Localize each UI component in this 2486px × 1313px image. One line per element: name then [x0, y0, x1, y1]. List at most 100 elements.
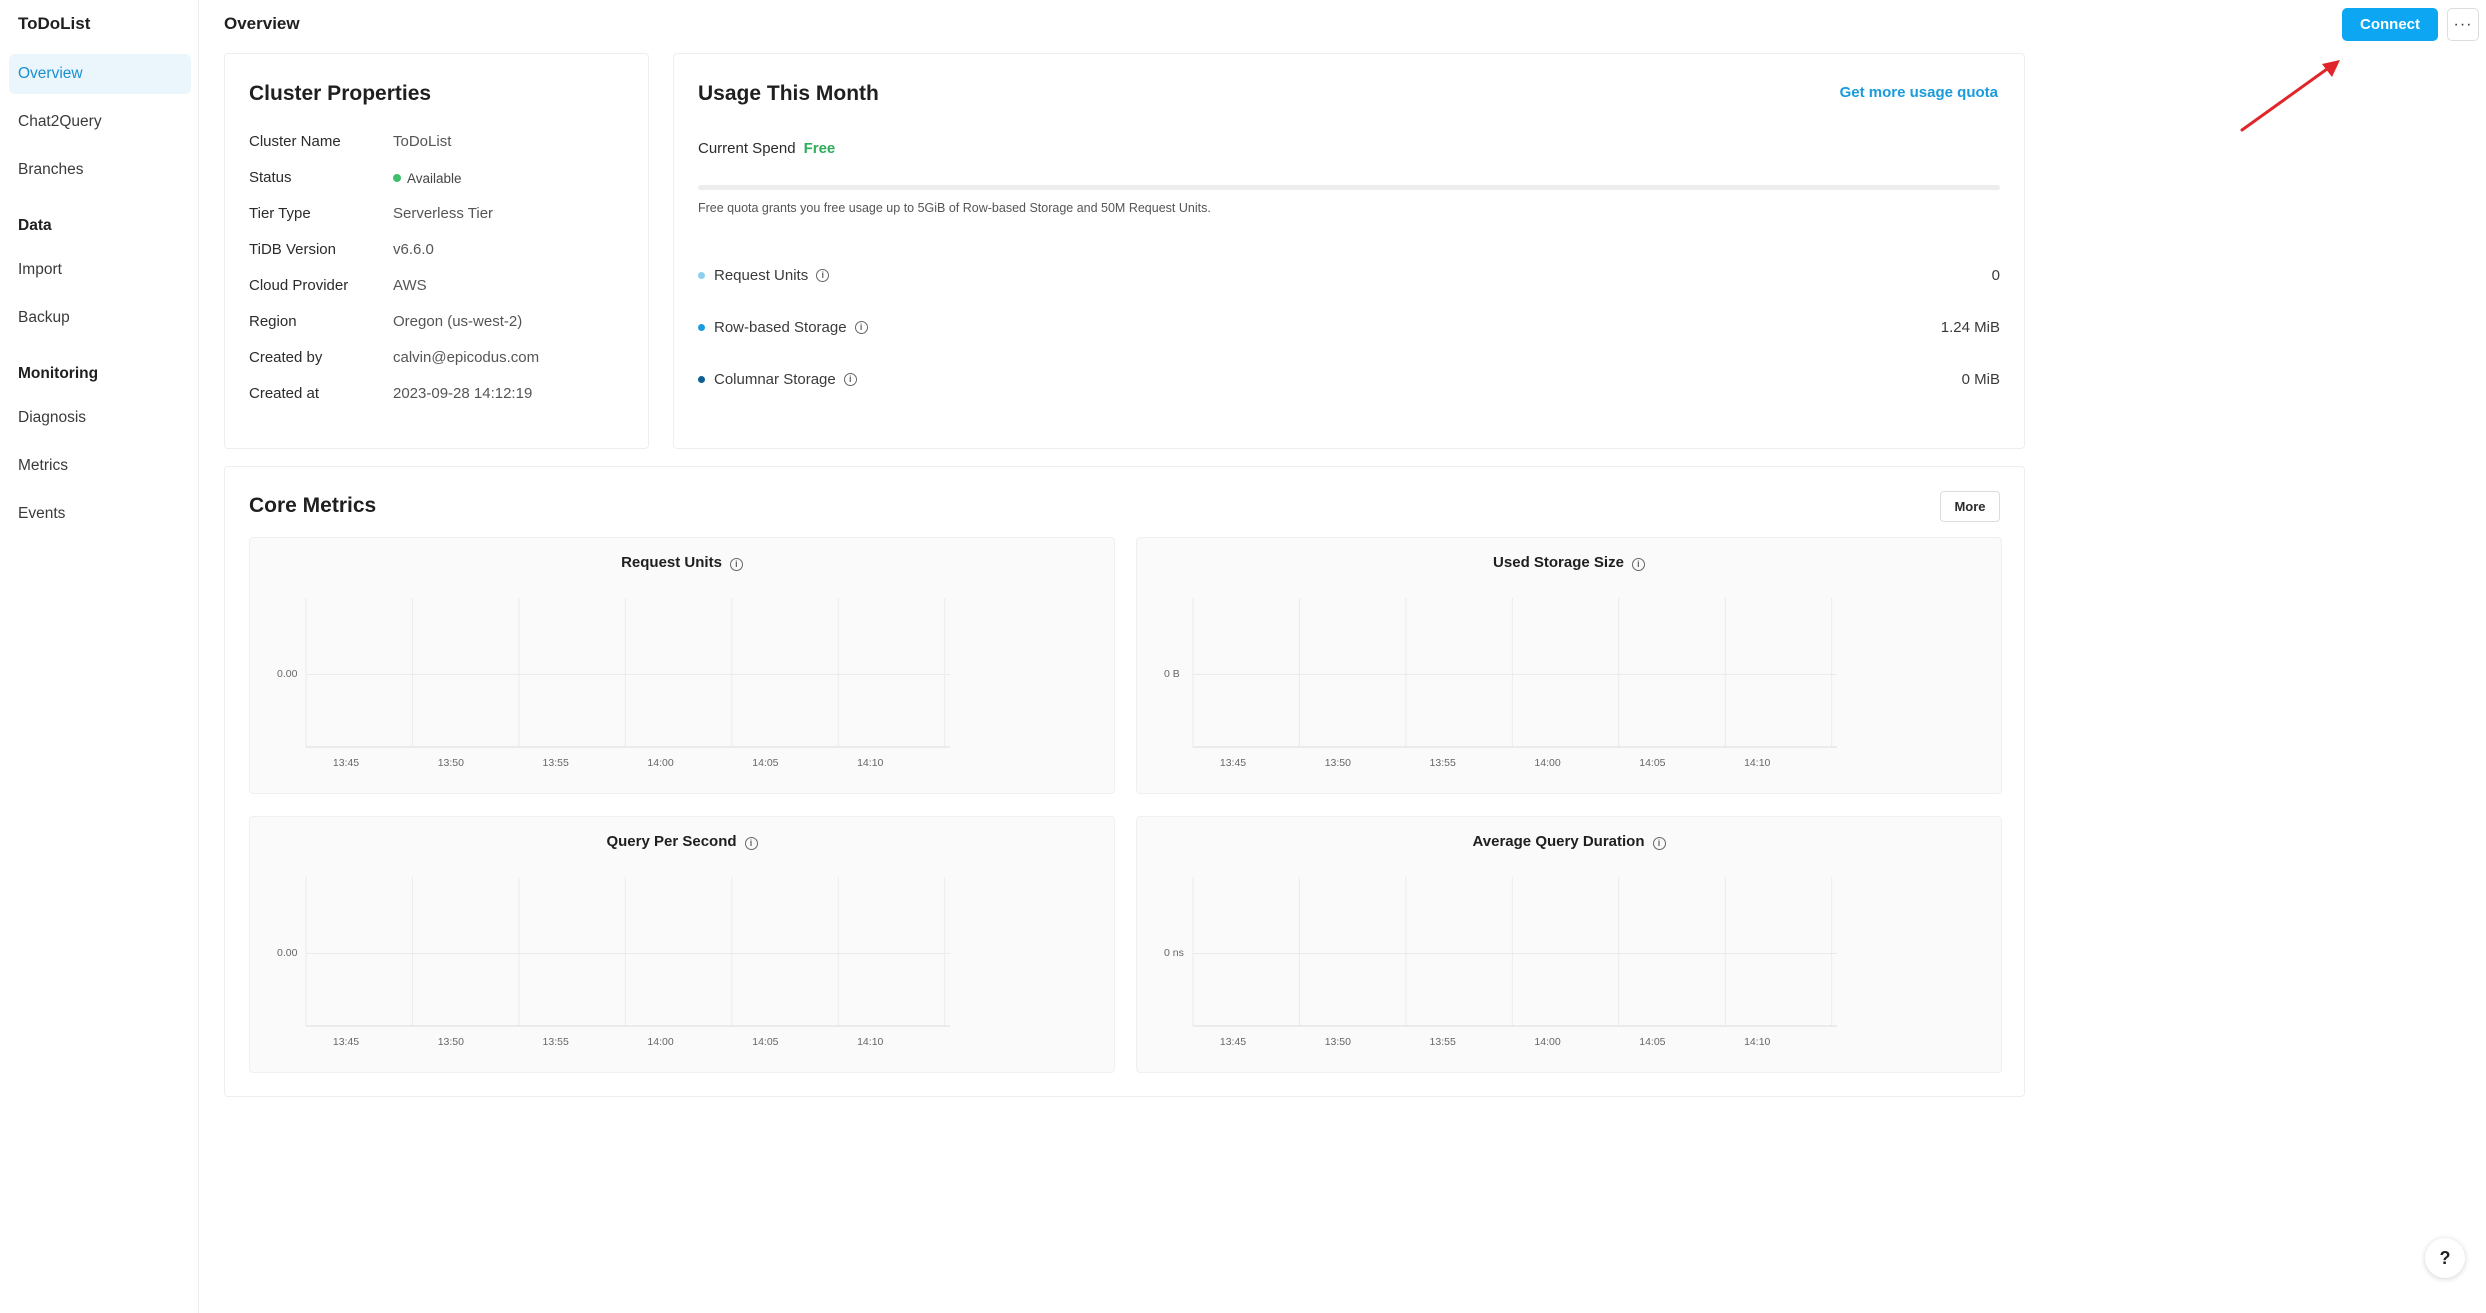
sidebar-item-chat2query[interactable]: Chat2Query [9, 102, 191, 142]
chart-plot [305, 598, 950, 748]
sidebar-item-events[interactable]: Events [9, 494, 191, 534]
chart-query-per-second: Query Per Second i 0.00 13:45 13:50 13:55 14:… [249, 816, 1115, 1073]
usage-label: Row-based Storage [714, 318, 847, 336]
more-options-button[interactable]: ··· [2447, 8, 2479, 41]
prop-value-region: Oregon (us-west-2) [393, 313, 523, 330]
x-tick-label: 13:45 [332, 757, 360, 769]
sidebar-item-diagnosis[interactable]: Diagnosis [9, 398, 191, 438]
chart-plot [1192, 877, 1837, 1027]
info-icon[interactable]: i [816, 268, 830, 282]
info-icon[interactable]: i [854, 320, 868, 334]
usage-card: Usage This Month Get more usage quota Cu… [673, 53, 2025, 449]
info-icon[interactable]: i [843, 372, 857, 386]
legend-dot [698, 375, 705, 383]
prop-value-cloud-provider: AWS [393, 277, 427, 294]
x-tick-label: 13:45 [1219, 757, 1247, 769]
x-tick-label: 13:45 [332, 1036, 360, 1048]
prop-value-tidb-version: v6.6.0 [393, 241, 434, 258]
x-tick-label: 14:05 [1639, 757, 1666, 769]
prop-label-cloud-provider: Cloud Provider [249, 277, 349, 294]
prop-value-created-by: calvin@epicodus.com [393, 349, 540, 366]
quota-note: Free quota grants you free usage up to 5… [698, 201, 1211, 215]
usage-value: 0 MiB [1961, 370, 2000, 388]
status-badge: Available [393, 170, 462, 187]
sidebar-item-overview[interactable]: Overview [9, 54, 191, 94]
x-tick-label: 13:55 [542, 757, 569, 769]
x-tick-label: 13:50 [1324, 757, 1351, 769]
more-metrics-button[interactable]: More [1940, 491, 2000, 522]
help-button[interactable]: ? [2425, 1238, 2465, 1278]
usage-title: Usage This Month [698, 82, 879, 105]
sidebar-item-import[interactable]: Import [9, 250, 191, 290]
y-tick-label: 0.00 [277, 946, 298, 959]
x-tick-label: 14:10 [857, 757, 884, 769]
x-tick-label: 14:10 [1744, 1036, 1771, 1048]
legend-dot [698, 271, 705, 279]
app-title: ToDoList [18, 14, 91, 33]
current-spend: Current Spend Free [698, 140, 835, 157]
prop-label-created-by: Created by [249, 349, 323, 366]
y-tick-label: 0 ns [1164, 946, 1184, 959]
x-tick-label: 14:10 [857, 1036, 884, 1048]
chart-used-storage-size: Used Storage Size i 0 B 13:45 13:50 13:55 14:… [1136, 537, 2002, 794]
prop-label-region: Region [249, 313, 297, 330]
usage-value: 1.24 MiB [1940, 318, 2000, 336]
x-tick-label: 14:00 [647, 1036, 674, 1048]
cluster-properties-title: Cluster Properties [249, 82, 432, 105]
x-tick-label: 13:50 [437, 757, 464, 769]
x-tick-label: 13:50 [437, 1036, 464, 1048]
core-metrics-card: Core Metrics More Request Units i 0.00 13:… [224, 466, 2025, 1097]
sidebar: ToDoList Overview Chat2Query Branches Da… [0, 0, 199, 1313]
prop-value-created-at: 2023-09-28 14:12:19 [393, 385, 533, 402]
x-tick-label: 14:05 [1639, 1036, 1666, 1048]
x-tick-label: 14:00 [1534, 1036, 1561, 1048]
usage-progress-bar [698, 185, 2000, 190]
x-tick-label: 14:10 [1744, 757, 1771, 769]
usage-row-columnar-storage: Columnar Storage i 0 MiB [698, 369, 2000, 389]
usage-row-row-based-storage: Row-based Storage i 1.24 MiB [698, 317, 2000, 337]
legend-dot [698, 323, 705, 331]
x-tick-label: 14:00 [1534, 757, 1561, 769]
cluster-properties-card: Cluster Properties Cluster Name ToDoList… [224, 53, 649, 449]
x-tick-label: 14:05 [752, 1036, 779, 1048]
x-tick-label: 13:50 [1324, 1036, 1351, 1048]
prop-label-tidb-version: TiDB Version [249, 241, 336, 258]
x-tick-label: 13:45 [1219, 1036, 1247, 1048]
prop-label-cluster-name: Cluster Name [249, 133, 341, 150]
chart-plot [305, 877, 950, 1027]
x-tick-label: 13:55 [1429, 1036, 1456, 1048]
sidebar-item-backup[interactable]: Backup [9, 298, 191, 338]
x-tick-label: 13:55 [542, 1036, 569, 1048]
prop-value-cluster-name: ToDoList [393, 133, 452, 150]
current-spend-label: Current Spend [698, 140, 796, 157]
sidebar-item-metrics[interactable]: Metrics [9, 446, 191, 486]
sidebar-section-data: Data [18, 217, 52, 234]
status-dot [393, 174, 401, 183]
x-tick-label: 14:00 [647, 757, 674, 769]
sidebar-item-branches[interactable]: Branches [9, 150, 191, 190]
chart-plot [1192, 598, 1837, 748]
more-options-icon: ··· [2453, 15, 2473, 33]
sidebar-section-monitoring: Monitoring [18, 365, 99, 382]
y-tick-label: 0.00 [277, 667, 298, 680]
prop-label-status: Status [249, 169, 292, 186]
chart-average-query-duration: Average Query Duration i 0 ns 13:45 13:50 13… [1136, 816, 2002, 1073]
get-more-quota-link[interactable]: Get more usage quota [1840, 84, 1998, 101]
prop-label-created-at: Created at [249, 385, 320, 402]
core-metrics-title: Core Metrics [249, 494, 377, 517]
x-tick-label: 14:05 [752, 757, 779, 769]
chart-request-units: Request Units i 0.00 13:45 13:50 13:55 14:00 1… [249, 537, 1115, 794]
x-tick-label: 13:55 [1429, 757, 1456, 769]
connect-button[interactable]: Connect [2342, 8, 2438, 41]
usage-label: Request Units [714, 266, 809, 284]
prop-label-tier-type: Tier Type [249, 205, 311, 222]
usage-label: Columnar Storage [714, 370, 836, 388]
prop-value-tier-type: Serverless Tier [393, 205, 494, 222]
page-title: Overview [224, 14, 300, 33]
red-arrow-annotation [2240, 60, 2340, 132]
y-tick-label: 0 B [1164, 667, 1180, 680]
usage-value: 0 [1991, 266, 2000, 284]
usage-row-request-units: Request Units i 0 [698, 265, 2000, 285]
current-spend-value: Free [803, 140, 836, 157]
status-text: Available [407, 171, 462, 186]
